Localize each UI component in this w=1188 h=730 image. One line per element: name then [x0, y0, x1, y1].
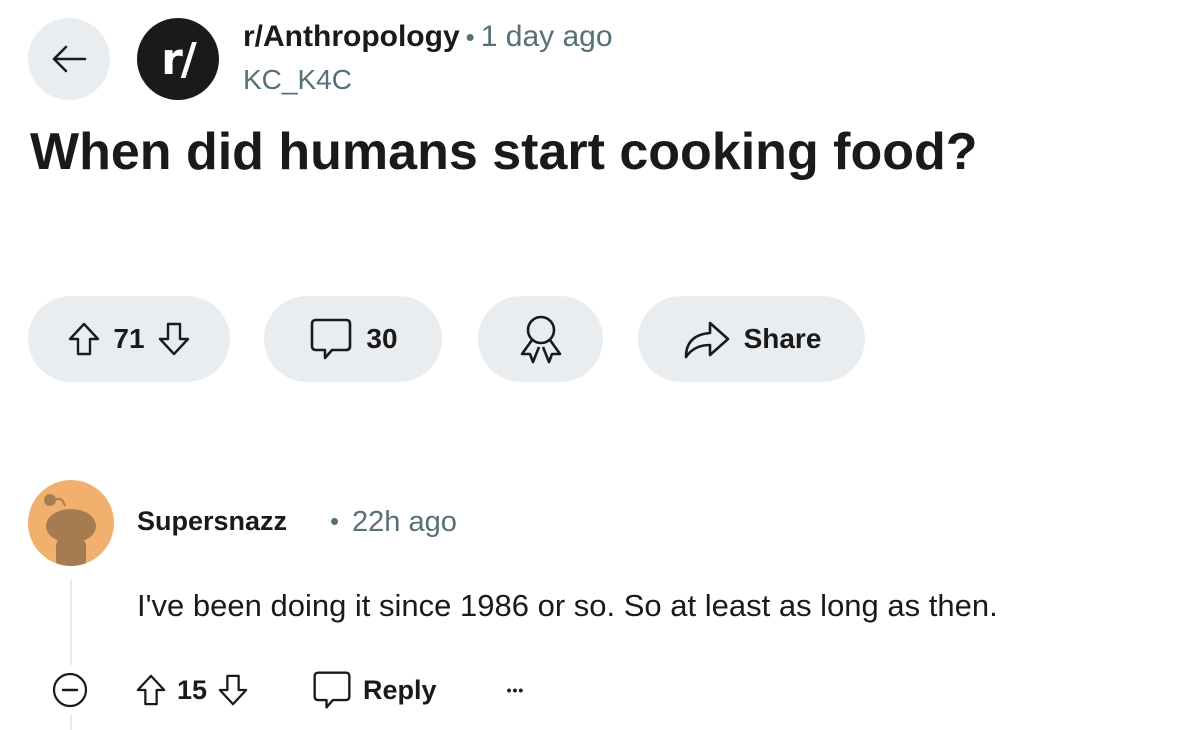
back-button[interactable]: [28, 18, 110, 100]
arrow-down-icon: [218, 674, 248, 706]
comment-username[interactable]: Supersnazz: [137, 506, 287, 537]
subreddit-avatar[interactable]: r/: [137, 18, 219, 100]
comment-upvote-button[interactable]: [135, 673, 167, 707]
downvote-button[interactable]: [157, 321, 191, 357]
subreddit-link[interactable]: r/Anthropology: [243, 20, 460, 53]
award-ribbon-icon: [517, 312, 565, 366]
post-author[interactable]: KC_K4C: [243, 64, 352, 96]
post-meta: r/Anthropology • 1 day ago: [243, 20, 613, 54]
speech-bubble-icon: [313, 671, 351, 709]
minus-circle-icon: [52, 672, 88, 708]
snoo-avatar-icon: [44, 494, 96, 566]
reply-button[interactable]: Reply: [311, 669, 437, 711]
award-button[interactable]: [478, 296, 603, 382]
comment-count: 30: [366, 323, 398, 354]
upvote-button[interactable]: [67, 321, 101, 357]
arrow-up-icon: [69, 322, 100, 356]
meta-separator: •: [465, 22, 475, 52]
comment-avatar[interactable]: [28, 480, 114, 566]
reply-label: Reply: [363, 674, 437, 705]
subreddit-icon-text: r/: [161, 33, 197, 85]
comment-downvote-button[interactable]: [217, 673, 249, 707]
comment-vote-control: 15: [135, 673, 249, 707]
share-arrow-icon: [682, 317, 732, 361]
more-options-button[interactable]: •••: [507, 682, 525, 698]
comment-separator: •: [330, 506, 340, 536]
collapse-thread-button[interactable]: [45, 665, 95, 715]
vote-control: 71: [28, 296, 230, 382]
arrow-down-icon: [158, 322, 189, 356]
share-label: Share: [743, 323, 822, 354]
comment-actions: 15 Reply •••: [45, 665, 524, 715]
share-button[interactable]: Share: [638, 296, 865, 382]
comments-button[interactable]: 30: [264, 296, 442, 382]
ellipsis-icon: •••: [506, 682, 525, 698]
comment-body: I've been doing it since 1986 or so. So …: [137, 588, 998, 623]
post-score: 71: [113, 323, 145, 354]
comment-score: 15: [177, 674, 208, 705]
arrow-left-icon: [51, 44, 87, 74]
post-time: 1 day ago: [480, 20, 613, 53]
arrow-up-icon: [136, 674, 166, 706]
post-title: When did humans start cooking food?: [30, 123, 978, 181]
comment-time: 22h ago: [352, 506, 457, 538]
speech-bubble-icon: [308, 316, 354, 362]
